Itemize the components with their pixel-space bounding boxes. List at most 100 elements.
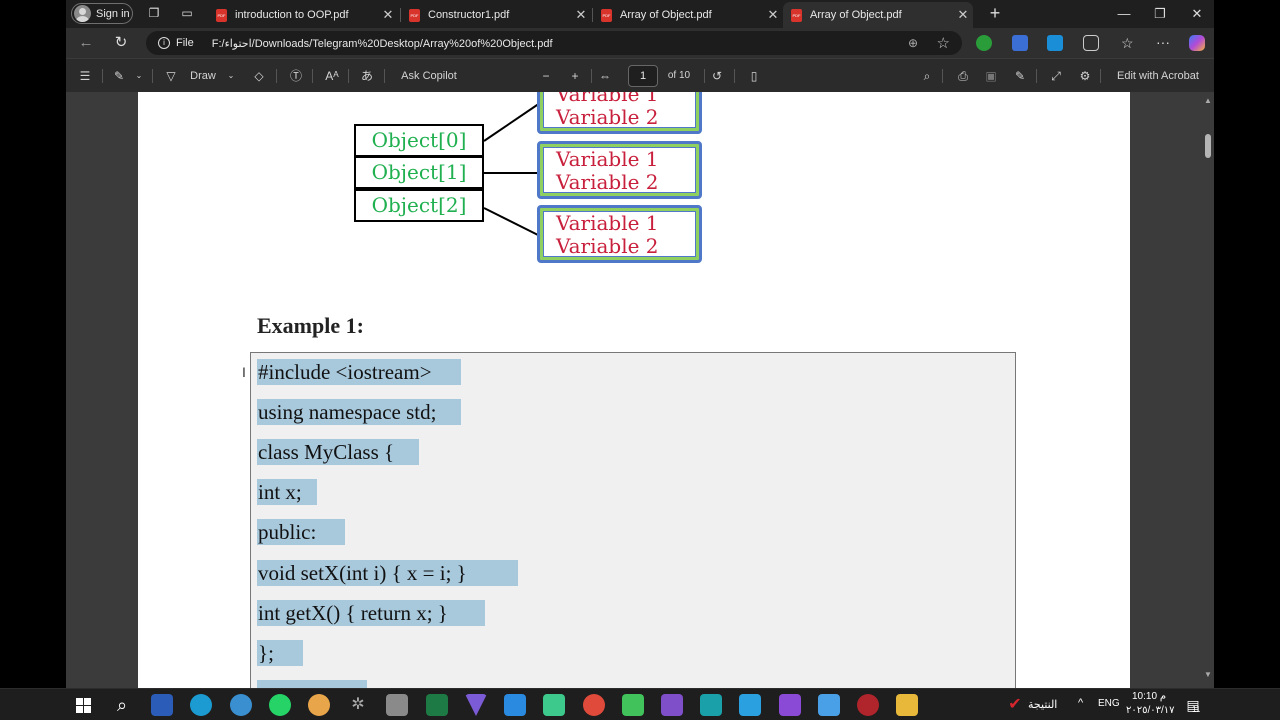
edge-app-icon[interactable] xyxy=(190,694,212,716)
code-line[interactable]: int x; xyxy=(257,479,317,505)
file-explorer-app-icon[interactable] xyxy=(896,694,918,716)
app-icon[interactable] xyxy=(543,694,565,716)
tab-actions-icon[interactable]: ▭ xyxy=(180,6,194,20)
translate-text-icon[interactable]: あ xyxy=(358,68,376,84)
zoom-out-icon[interactable]: − xyxy=(539,68,553,84)
start-button-windows-icon[interactable] xyxy=(76,698,91,713)
site-info-icon[interactable]: i xyxy=(158,37,170,49)
scroll-down-icon[interactable]: ▼ xyxy=(1204,670,1212,679)
clock-time[interactable]: 10:10 م xyxy=(1132,691,1166,702)
toolbar-divider xyxy=(384,69,385,83)
back-button[interactable]: ← xyxy=(76,33,96,53)
chevron-down-icon[interactable]: ⌄ xyxy=(226,68,236,84)
close-tab-icon[interactable]: ✕ xyxy=(378,7,398,23)
scroll-up-icon[interactable]: ▲ xyxy=(1204,96,1212,105)
copilot-icon[interactable] xyxy=(1189,35,1205,51)
highlight-icon[interactable]: ✎ xyxy=(112,68,126,84)
extension-icon[interactable] xyxy=(976,35,992,51)
settings-gear-icon[interactable]: ⚙ xyxy=(1078,68,1092,84)
save-as-icon[interactable]: ✎ xyxy=(1013,68,1027,84)
fullscreen-icon[interactable]: ⤢ xyxy=(1049,68,1063,84)
app-icon[interactable] xyxy=(308,694,330,716)
zoom-icon[interactable]: ⊕ xyxy=(908,36,918,50)
fit-page-icon[interactable]: ⇔ xyxy=(597,68,613,84)
new-tab-button[interactable]: + xyxy=(984,3,1006,25)
scrollbar-thumb[interactable] xyxy=(1205,134,1211,158)
app-icon[interactable] xyxy=(857,694,879,716)
translate-icon[interactable] xyxy=(1012,35,1028,51)
page-number-input[interactable]: 1 xyxy=(628,65,658,87)
rotate-icon[interactable]: ↺ xyxy=(710,68,724,84)
code-line[interactable]: public: xyxy=(257,519,345,545)
draw-button[interactable]: Draw xyxy=(188,68,218,84)
app-icon[interactable] xyxy=(739,694,761,716)
close-tab-icon[interactable]: ✕ xyxy=(763,7,783,23)
sign-in-button[interactable]: Sign in xyxy=(71,3,133,24)
word-app-icon[interactable] xyxy=(151,694,173,716)
search-icon[interactable]: ⌕ xyxy=(920,68,934,84)
app-icon[interactable] xyxy=(386,694,408,716)
tab-introduction-oop[interactable]: introduction to OOP.pdf ✕ xyxy=(208,2,398,28)
app-icon[interactable] xyxy=(818,694,840,716)
page-view-icon[interactable]: ▯ xyxy=(746,68,762,84)
qt-app-icon[interactable] xyxy=(622,694,644,716)
zoom-in-icon[interactable]: + xyxy=(568,68,582,84)
code-line[interactable]: }; xyxy=(257,640,303,666)
tab-array-of-object-active[interactable]: Array of Object.pdf ✕ xyxy=(783,2,973,28)
bug-app-icon[interactable]: ✲ xyxy=(347,694,369,716)
widget-label[interactable]: النتيجة xyxy=(1028,698,1057,711)
save-icon[interactable]: ▣ xyxy=(984,68,998,84)
excel-app-icon[interactable] xyxy=(426,694,448,716)
read-aloud-icon[interactable]: Aᴬ xyxy=(324,68,340,84)
code-line[interactable]: int getX() { return x; } xyxy=(257,600,485,626)
url-text[interactable]: F:/احتواء/Downloads/Telegram%20Desktop/A… xyxy=(212,37,553,50)
more-menu-icon[interactable]: ··· xyxy=(1156,34,1170,50)
address-bar[interactable]: i File F:/احتواء/Downloads/Telegram%20De… xyxy=(146,31,962,55)
extensions-puzzle-icon[interactable] xyxy=(1083,35,1099,51)
tab-array-of-object-1[interactable]: Array of Object.pdf ✕ xyxy=(593,2,783,28)
favorite-star-icon[interactable]: ☆ xyxy=(937,34,950,52)
code-line[interactable]: void setX(int i) { x = i; } xyxy=(257,560,518,586)
tab-title: Array of Object.pdf xyxy=(620,9,712,21)
eraser-icon[interactable]: ◇ xyxy=(252,68,266,84)
whatsapp-app-icon[interactable] xyxy=(269,694,291,716)
print-icon[interactable]: ⎙ xyxy=(956,68,970,84)
show-hidden-icons-icon[interactable]: ^ xyxy=(1078,697,1083,709)
code-line[interactable]: #include <iostream> xyxy=(257,359,461,385)
code-line[interactable]: class MyClass { xyxy=(257,439,419,465)
object-0-box: Object[0] xyxy=(354,124,484,157)
pdf-viewer[interactable]: Object[0] Object[1] Object[2] Variable 1… xyxy=(66,92,1214,688)
app-icon[interactable] xyxy=(700,694,722,716)
edit-with-acrobat-button[interactable]: Edit with Acrobat xyxy=(1110,68,1206,84)
close-tab-icon[interactable]: ✕ xyxy=(953,7,973,23)
vscode-app-icon[interactable] xyxy=(504,694,526,716)
code-block[interactable]: #include <iostream> using namespace std;… xyxy=(250,352,1016,688)
vertical-scrollbar[interactable]: ▲ ▼ xyxy=(1202,92,1214,688)
text-box-icon[interactable]: Ⓣ xyxy=(288,68,304,84)
chrome-app-icon[interactable] xyxy=(583,694,605,716)
notification-count-badge: 11 xyxy=(1192,705,1201,714)
chevron-down-icon[interactable]: ⌄ xyxy=(134,68,144,84)
minimize-button[interactable]: — xyxy=(1109,4,1139,24)
close-tab-icon[interactable]: ✕ xyxy=(571,7,591,23)
code-line[interactable]: using namespace std; xyxy=(257,399,461,425)
app-icon[interactable] xyxy=(661,694,683,716)
tab-constructor1[interactable]: Constructor1.pdf ✕ xyxy=(401,2,591,28)
news-widget-icon[interactable]: ✔ xyxy=(1004,694,1026,716)
code-line-partial[interactable] xyxy=(257,680,367,688)
workspaces-icon[interactable]: ❐ xyxy=(147,6,161,20)
contents-list-icon[interactable]: ☰ xyxy=(78,68,92,84)
draw-pen-icon[interactable]: ▽ xyxy=(164,68,178,84)
clock-date[interactable]: ٢٠٢٥/٠٣/١٧ xyxy=(1126,705,1175,716)
close-window-button[interactable]: ✕ xyxy=(1182,4,1212,24)
search-icon[interactable]: ⌕ xyxy=(111,694,133,716)
restore-button[interactable]: ❐ xyxy=(1145,4,1175,24)
app-icon[interactable] xyxy=(465,694,487,716)
refresh-button[interactable]: ↻ xyxy=(111,33,131,53)
telegram-app-icon[interactable] xyxy=(230,694,252,716)
ask-copilot-button[interactable]: Ask Copilot xyxy=(396,68,462,84)
extension-icon[interactable] xyxy=(1047,35,1063,51)
favorites-icon[interactable]: ☆ xyxy=(1121,35,1137,51)
language-indicator[interactable]: ENG xyxy=(1098,698,1120,709)
visual-studio-app-icon[interactable] xyxy=(779,694,801,716)
